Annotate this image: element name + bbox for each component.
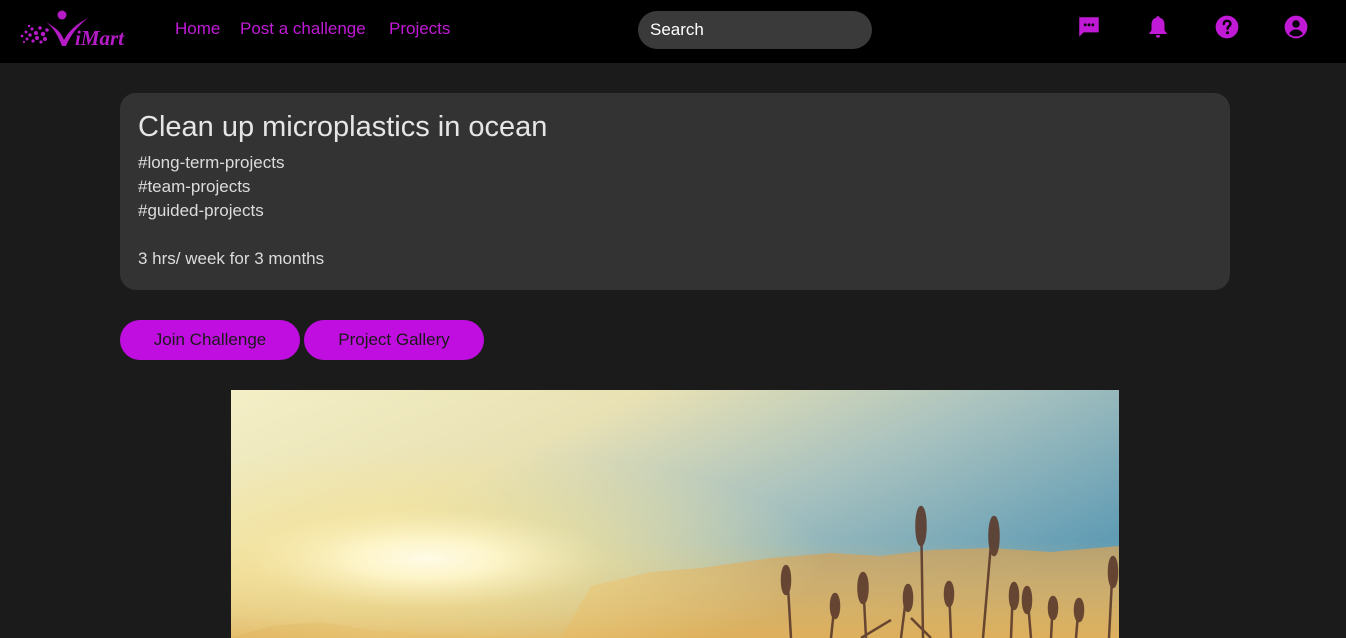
hero-image <box>231 390 1119 638</box>
tag-team-projects: #team-projects <box>138 177 251 196</box>
account-icon[interactable] <box>1283 14 1309 40</box>
challenge-title: Clean up microplastics in ocean <box>138 111 548 143</box>
imart-logo[interactable]: iMart <box>16 6 150 52</box>
tag-guided-projects: #guided-projects <box>138 201 264 220</box>
bell-icon[interactable] <box>1145 14 1171 40</box>
time-commitment: 3 hrs/ week for 3 months <box>138 249 325 268</box>
challenge-card: Clean up microplastics in ocean #long-te… <box>120 93 1230 290</box>
nav-projects-link[interactable]: Projects <box>389 19 450 39</box>
chat-icon[interactable] <box>1076 14 1102 40</box>
search-input[interactable] <box>638 11 872 49</box>
top-navbar: iMart Home Post a challenge Projects <box>0 0 1346 63</box>
tag-long-term-projects: #long-term-projects <box>138 153 285 172</box>
nav-home-link[interactable]: Home <box>175 19 220 39</box>
help-icon[interactable] <box>1214 14 1240 40</box>
project-gallery-button[interactable]: Project Gallery <box>304 320 484 360</box>
nav-post-challenge-link[interactable]: Post a challenge <box>240 19 366 39</box>
join-challenge-button[interactable]: Join Challenge <box>120 320 300 360</box>
logo-wordmark: iMart <box>75 26 125 50</box>
